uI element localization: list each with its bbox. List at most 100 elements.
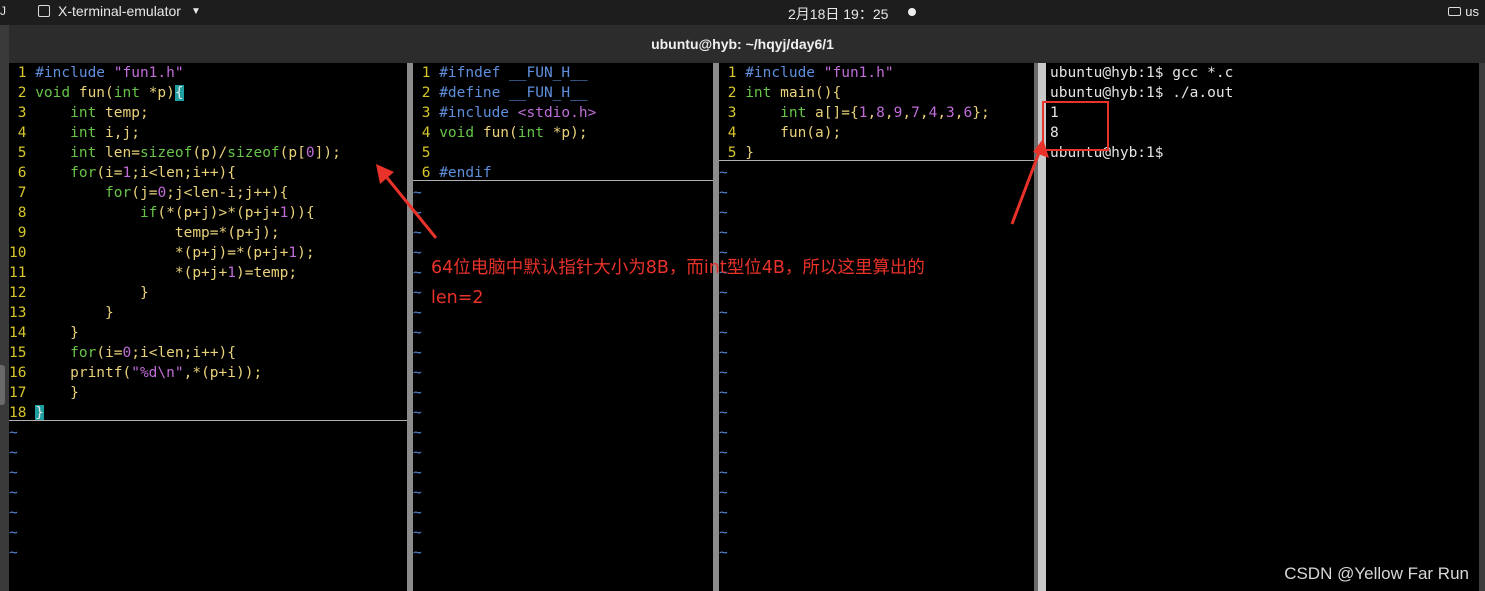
line-number: 8 <box>17 205 27 221</box>
annotation-text-line2: len=2 <box>431 288 484 308</box>
code-line[interactable]: 4 void fun(int *p); <box>413 123 713 143</box>
vim-pane-fun1-c[interactable]: 1 #include "fun1.h" 2 void fun(int *p){3 … <box>9 63 407 591</box>
code-token: 1 <box>227 265 236 281</box>
window-title-bar[interactable]: ubuntu@hyb: ~/hqyj/day6/1 <box>0 25 1485 63</box>
code-token: } <box>745 145 754 161</box>
pane-status-line <box>9 420 407 421</box>
code-token: 7 <box>911 105 920 121</box>
code-line[interactable]: 1 #include "fun1.h" <box>9 63 407 83</box>
code-token: ;j<len-i;j++){ <box>166 185 289 201</box>
code-token: 0 <box>157 185 167 201</box>
line-number: 15 <box>9 345 27 361</box>
code-token: #include <box>745 65 824 81</box>
line-number: 17 <box>9 385 27 401</box>
code-line[interactable]: 16 printf("%d\n",*(p+i)); <box>9 363 407 383</box>
dock-edge <box>0 25 9 591</box>
empty-line-tilde: ~ <box>413 325 422 341</box>
code-line[interactable]: 6 for(i=1;i<len;i++){ <box>9 163 407 183</box>
code-line[interactable]: 10 *(p+j)=*(p+j+1); <box>9 243 407 263</box>
empty-line-tilde: ~ <box>9 465 18 481</box>
code-token: #define __FUN_H__ <box>439 85 588 101</box>
line-number: 3 <box>421 105 431 121</box>
code-token: int <box>70 125 97 141</box>
line-number: 2 <box>421 85 431 101</box>
empty-line-tilde: ~ <box>719 545 728 561</box>
terminal-scrollbar[interactable] <box>1479 63 1485 591</box>
code-token: , <box>867 105 877 121</box>
keyboard-layout-indicator[interactable]: us <box>1448 4 1479 19</box>
code-token: ;i<len;i++){ <box>131 345 237 361</box>
activities-glyph[interactable]: J <box>0 4 6 18</box>
empty-line-tilde: ~ <box>413 505 422 521</box>
code-token: , <box>902 105 912 121</box>
code-token: ]); <box>314 145 341 161</box>
shell-terminal-pane[interactable]: ubuntu@hyb:1$ gcc *.c ubuntu@hyb:1$ ./a.o… <box>1050 63 1470 591</box>
empty-line-tilde: ~ <box>413 525 422 541</box>
code-token: a[]={ <box>806 105 859 121</box>
dock-indicator <box>0 365 5 405</box>
empty-line-tilde: ~ <box>413 185 422 201</box>
code-token: (i= <box>96 165 123 181</box>
clock[interactable]: 2月18日 19：25 <box>788 4 888 24</box>
code-token: *(p+j)=*(p+j+ <box>35 245 289 261</box>
empty-line-tilde: ~ <box>9 445 18 461</box>
empty-line-tilde: ~ <box>719 185 728 201</box>
empty-line-tilde: ~ <box>9 425 18 441</box>
empty-line-tilde: ~ <box>413 465 422 481</box>
code-token: for <box>70 345 97 361</box>
code-line[interactable]: 5 int len=sizeof(p)/sizeof(p[0]); <box>9 143 407 163</box>
code-token: void <box>439 125 475 141</box>
code-line[interactable]: 11 *(p+j+1)=temp; <box>9 263 407 283</box>
code-line[interactable]: 2 void fun(int *p){ <box>9 83 407 103</box>
code-line[interactable]: 4 fun(a); <box>719 123 1034 143</box>
code-token: }; <box>972 105 990 121</box>
code-line[interactable]: 17 } <box>9 383 407 403</box>
code-line[interactable]: 3 int a[]={1,8,9,7,4,3,6}; <box>719 103 1034 123</box>
app-menu[interactable]: X-terminal-emulator ▼ <box>38 3 201 19</box>
code-line[interactable]: 4 int i,j; <box>9 123 407 143</box>
line-number: 13 <box>9 305 27 321</box>
code-token: } <box>35 285 149 301</box>
terminal-app-icon <box>38 5 50 17</box>
empty-line-tilde: ~ <box>719 525 728 541</box>
code-line[interactable]: 13 } <box>9 303 407 323</box>
chevron-down-icon: ▼ <box>190 5 201 17</box>
code-line[interactable]: 14 } <box>9 323 407 343</box>
window-title: ubuntu@hyb: ~/hqyj/day6/1 <box>651 36 834 52</box>
code-token: int <box>70 105 97 121</box>
line-number: 7 <box>17 185 27 201</box>
code-token: #endif <box>439 165 492 181</box>
code-line[interactable]: 1 #include "fun1.h" <box>719 63 1034 83</box>
code-line[interactable]: 3 int temp; <box>9 103 407 123</box>
code-line[interactable]: 7 for(j=0;j<len-i;j++){ <box>9 183 407 203</box>
empty-line-tilde: ~ <box>9 545 18 561</box>
empty-line-tilde: ~ <box>719 345 728 361</box>
empty-line-tilde: ~ <box>413 385 422 401</box>
code-line[interactable]: 12 } <box>9 283 407 303</box>
code-token: )=temp; <box>235 265 298 281</box>
code-token: (p[ <box>279 145 306 161</box>
line-number: 9 <box>17 225 27 241</box>
code-line[interactable]: 2 #define __FUN_H__ <box>413 83 713 103</box>
line-number: 11 <box>9 265 27 281</box>
line-number: 4 <box>17 125 27 141</box>
vim-pane-main-c[interactable]: 1 #include "fun1.h" 2 int main(){3 int a[… <box>719 63 1034 591</box>
annotation-text-line1: 64位电脑中默认指针大小为8B，而int型位4B，所以这里算出的 <box>431 258 925 278</box>
code-line[interactable]: 2 int main(){ <box>719 83 1034 103</box>
code-token: (j= <box>131 185 158 201</box>
empty-line-tilde: ~ <box>9 485 18 501</box>
code-line[interactable]: 1 #ifndef __FUN_H__ <box>413 63 713 83</box>
code-line[interactable]: 5 <box>413 143 713 163</box>
empty-line-tilde: ~ <box>719 425 728 441</box>
code-line[interactable]: 8 if(*(p+j)>*(p+j+1)){ <box>9 203 407 223</box>
vim-pane-fun1-h[interactable]: 1 #ifndef __FUN_H__ 2 #define __FUN_H__ 3 … <box>413 63 713 591</box>
code-token: , <box>884 105 894 121</box>
empty-line-tilde: ~ <box>413 405 422 421</box>
code-line[interactable]: 15 for(i=0;i<len;i++){ <box>9 343 407 363</box>
code-line[interactable]: 9 temp=*(p+j); <box>9 223 407 243</box>
code-line[interactable]: 3 #include <stdio.h> <box>413 103 713 123</box>
